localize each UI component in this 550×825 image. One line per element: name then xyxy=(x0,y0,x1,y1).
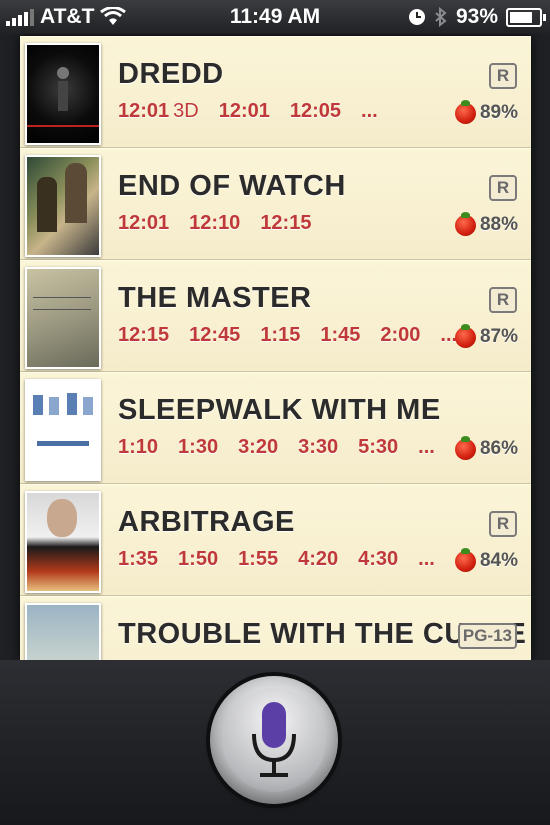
tomato-icon xyxy=(454,547,476,572)
rating-badge: R xyxy=(489,63,517,89)
movie-row[interactable]: END OF WATCH 12:01 12:10 12:15 R 88% xyxy=(20,148,531,260)
showtime[interactable]: 12:15 xyxy=(260,212,311,235)
showtime[interactable]: 12:45 xyxy=(189,324,240,347)
movie-poster xyxy=(25,491,101,593)
movie-row[interactable]: TROUBLE WITH THE CURVE PG-13 xyxy=(20,596,531,660)
siri-mic-button[interactable] xyxy=(210,676,338,804)
showtime[interactable]: 12:01 xyxy=(118,212,169,235)
format-3d-label: 3D xyxy=(173,100,199,122)
status-bar: AT&T 11:49 AM 93% xyxy=(0,0,550,34)
rating-badge: R xyxy=(489,511,517,537)
showtimes: 12:01 12:10 12:15 xyxy=(118,212,311,235)
showtime[interactable]: 5:30 xyxy=(358,436,398,459)
more-showtimes[interactable]: ... xyxy=(418,436,435,459)
more-showtimes[interactable]: ... xyxy=(418,548,435,571)
score-value: 87% xyxy=(479,326,518,347)
showtime[interactable]: 1:10 xyxy=(118,436,158,459)
rating-badge: PG-13 xyxy=(457,623,517,649)
showtime[interactable]: 1:50 xyxy=(178,548,218,571)
clock-icon xyxy=(408,9,425,25)
showtimes: 1:35 1:50 1:55 4:20 4:30 ... xyxy=(118,548,435,571)
movie-poster xyxy=(25,603,101,660)
showtime[interactable]: 2:00 xyxy=(380,324,420,347)
movie-title: END OF WATCH xyxy=(118,170,346,202)
movie-title: SLEEPWALK WITH ME xyxy=(118,394,441,426)
movie-title: ARBITRAGE xyxy=(118,506,295,538)
movie-poster xyxy=(25,43,101,145)
critic-score: 84% xyxy=(454,547,518,572)
tomato-icon xyxy=(454,435,476,460)
movie-title: DREDD xyxy=(118,58,224,90)
showtime[interactable]: 12:05 xyxy=(290,100,341,123)
showtime[interactable]: 12:01 xyxy=(118,100,169,123)
tomato-icon xyxy=(454,99,476,124)
movie-title: THE MASTER xyxy=(118,282,312,314)
movie-row[interactable]: DREDD 12:01 3D 12:01 12:05 ... R 89% xyxy=(20,36,531,148)
movie-row[interactable]: THE MASTER 12:15 12:45 1:15 1:45 2:00 ..… xyxy=(20,260,531,372)
tomato-icon xyxy=(454,323,476,348)
score-value: 88% xyxy=(479,214,518,235)
battery-icon xyxy=(506,7,546,27)
showtime[interactable]: 1:45 xyxy=(320,324,360,347)
showtime[interactable]: 12:10 xyxy=(189,212,240,235)
critic-score: 88% xyxy=(454,211,518,236)
showtime[interactable]: 3:20 xyxy=(238,436,278,459)
battery-percent: 93% xyxy=(455,5,498,28)
movie-poster xyxy=(25,267,101,369)
movie-poster xyxy=(25,379,101,481)
showtime[interactable]: 1:15 xyxy=(260,324,300,347)
rating-badge: R xyxy=(489,287,517,313)
rating-badge: R xyxy=(489,175,517,201)
showtimes: 12:15 12:45 1:15 1:45 2:00 ... xyxy=(118,324,457,347)
score-value: 86% xyxy=(479,438,518,459)
critic-score: 89% xyxy=(454,99,518,124)
showtime[interactable]: 12:01 xyxy=(219,100,270,123)
showtime[interactable]: 4:20 xyxy=(298,548,338,571)
showtime[interactable]: 4:30 xyxy=(358,548,398,571)
score-value: 84% xyxy=(479,550,518,571)
bluetooth-icon xyxy=(435,7,447,27)
showtime[interactable]: 3:30 xyxy=(298,436,338,459)
more-showtimes[interactable]: ... xyxy=(361,100,378,123)
showtime[interactable]: 1:55 xyxy=(238,548,278,571)
movie-row[interactable]: ARBITRAGE 1:35 1:50 1:55 4:20 4:30 ... R… xyxy=(20,484,531,596)
movie-list[interactable]: DREDD 12:01 3D 12:01 12:05 ... R 89% END… xyxy=(20,36,531,660)
critic-score: 87% xyxy=(454,323,518,348)
movie-poster xyxy=(25,155,101,257)
critic-score: 86% xyxy=(454,435,518,460)
showtime[interactable]: 1:35 xyxy=(118,548,158,571)
movie-row[interactable]: SLEEPWALK WITH ME 1:10 1:30 3:20 3:30 5:… xyxy=(20,372,531,484)
showtimes: 12:01 3D 12:01 12:05 ... xyxy=(118,100,378,123)
tomato-icon xyxy=(454,211,476,236)
showtime[interactable]: 12:15 xyxy=(118,324,169,347)
score-value: 89% xyxy=(479,102,518,123)
microphone-icon xyxy=(252,702,296,777)
showtimes: 1:10 1:30 3:20 3:30 5:30 ... xyxy=(118,436,435,459)
showtime[interactable]: 1:30 xyxy=(178,436,218,459)
